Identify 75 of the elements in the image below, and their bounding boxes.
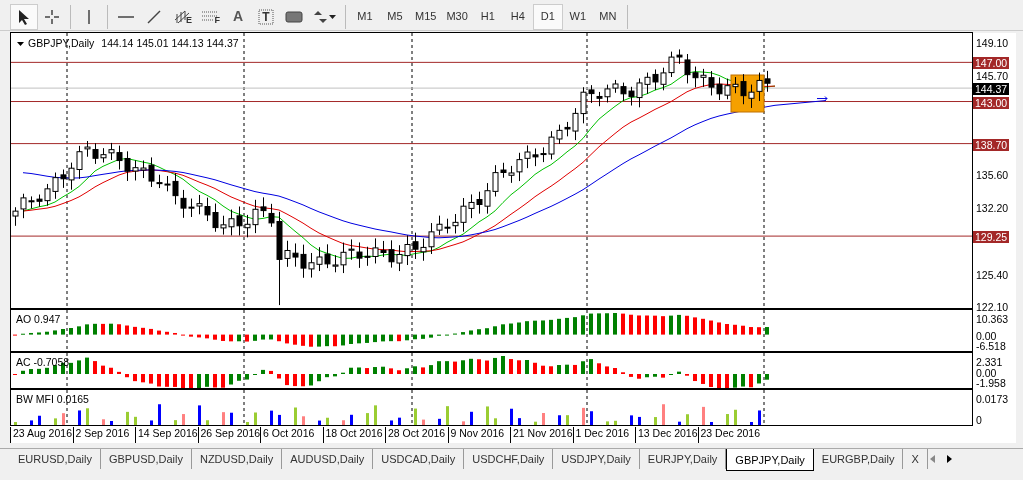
chart-tab[interactable]: GBPJPY,Daily [726, 449, 814, 471]
rectangle-icon [285, 10, 303, 23]
chart-tab[interactable]: USDCHF,Daily [464, 449, 554, 469]
indicator-label: BW MFI 0.0165 [16, 392, 89, 407]
tool-button[interactable]: T [252, 3, 280, 30]
price-tick-label: 125.40 [976, 268, 1009, 281]
timeframe-button[interactable]: M5 [380, 3, 410, 30]
scroll-right-icon [946, 455, 952, 463]
indicator-label: AO 0.947 [16, 312, 61, 327]
crosshair-icon [44, 8, 60, 25]
chart-tab[interactable]: GBPUSD,Daily [100, 449, 192, 469]
timeframe-button[interactable]: H4 [502, 3, 533, 30]
channel-icon [174, 9, 190, 24]
tool-button[interactable]: F [196, 3, 224, 30]
tool-button[interactable] [10, 3, 38, 30]
caret-icon [329, 14, 336, 19]
date-label: 21 Nov 2016 [510, 427, 573, 443]
date-label: 23 Dec 2016 [697, 427, 760, 443]
indicator-tick-label: 0.00 [976, 330, 997, 341]
date-label: 28 Oct 2016 [385, 427, 448, 443]
indicator-tick-label: 10.363 [976, 314, 1009, 324]
price-level-label: 147.00 [973, 57, 1010, 70]
indicator-tick-label: 0 [976, 415, 982, 425]
price-level-label: 143.00 [973, 96, 1010, 109]
price-level-label: 129.25 [973, 231, 1010, 244]
cursor-icon [18, 8, 30, 25]
price-tick-label: 135.60 [976, 168, 1009, 181]
date-label: 18 Oct 2016 [322, 427, 385, 443]
date-label: 26 Sep 2016 [197, 427, 260, 443]
price-tick-label: 145.70 [976, 70, 1009, 83]
collapse-triangle-icon [17, 42, 24, 47]
tool-button[interactable]: E [168, 3, 196, 30]
timeframe-button[interactable]: M1 [350, 3, 380, 30]
timeframe-button[interactable]: M15 [410, 3, 442, 30]
indicator-tick-label: -6.518 [976, 341, 1006, 351]
arrows-icon [313, 9, 329, 24]
text-frame-icon [258, 8, 274, 25]
date-label: 13 Dec 2016 [635, 427, 698, 443]
chart-tab[interactable]: EURUSD,Daily [10, 449, 101, 469]
chart-tab[interactable]: AUDUSD,Daily [282, 449, 374, 469]
chart-tab[interactable]: USDJPY,Daily [553, 449, 640, 469]
chart-tab[interactable]: NZDUSD,Daily [191, 449, 283, 469]
scroll-left-icon [929, 455, 935, 463]
price-level-label: 138.70 [973, 138, 1010, 151]
tool-button[interactable]: A [224, 3, 252, 30]
indicator-tick-label: 2.331 [976, 357, 1003, 367]
dotted-lines-icon [202, 10, 218, 23]
arrow-marker [816, 96, 828, 102]
price-tick-label: 132.20 [976, 202, 1009, 215]
timeframe-button[interactable]: MN [592, 3, 623, 30]
chart-symbol: GBPJPY,Daily [28, 37, 95, 49]
ohlc-values: 144.14 145.01 144.13 144.37 [101, 37, 239, 49]
date-label: 9 Nov 2016 [447, 427, 510, 443]
timeframe-button[interactable]: M30 [441, 3, 473, 30]
current-price-label: 144.37 [973, 83, 1010, 96]
chart-tab[interactable]: EURGBP,Daily [813, 449, 904, 469]
date-label: 1 Dec 2016 [572, 427, 635, 443]
timeframe-button[interactable]: W1 [562, 3, 593, 30]
trendline-icon [147, 9, 161, 24]
date-label: 2 Sep 2016 [72, 427, 135, 443]
indicator-tick-label: 0.00 [976, 368, 997, 379]
timeframe-button[interactable]: D1 [532, 3, 563, 30]
indicator-tick-label: -1.958 [976, 378, 1006, 389]
indicator-label: AC -0.7058 [16, 355, 70, 370]
chart-tab[interactable]: X [903, 449, 928, 469]
price-tick-label: 149.10 [976, 36, 1009, 49]
indicator-tick-label: 0.0173 [976, 394, 1009, 404]
date-label: 14 Sep 2016 [135, 427, 198, 443]
timeframe-button[interactable]: H1 [472, 3, 503, 30]
chart-tab[interactable]: USDCAD,Daily [373, 449, 465, 469]
vertical-line-icon [87, 9, 91, 24]
price-tick-label: 122.10 [976, 301, 1009, 314]
date-label: 6 Oct 2016 [260, 427, 323, 443]
date-label: 23 Aug 2016 [10, 427, 73, 443]
horizontal-line-icon [118, 14, 134, 19]
